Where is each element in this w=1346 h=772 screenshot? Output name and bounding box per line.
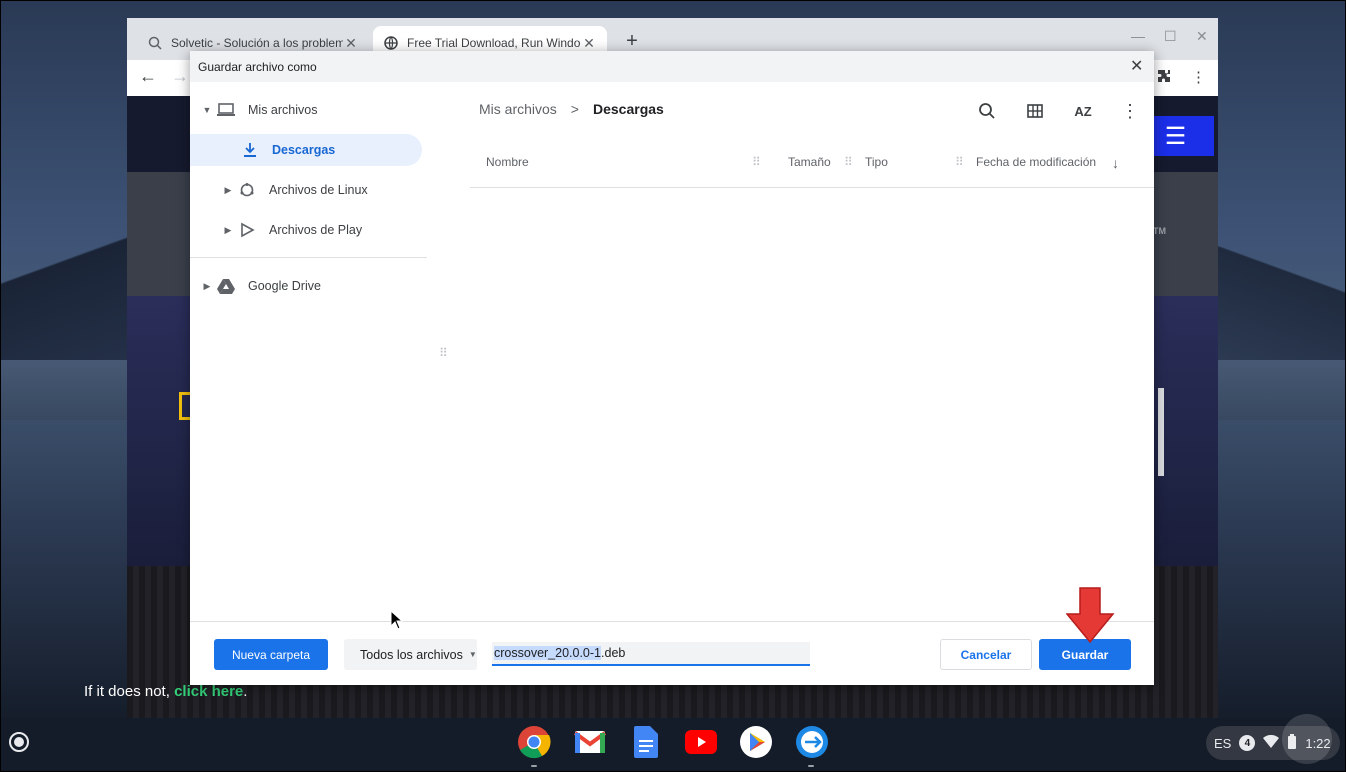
column-resize-handle[interactable]: ⠿ <box>752 155 761 169</box>
extensions-icon[interactable] <box>1156 68 1172 88</box>
cancel-button[interactable]: Cancelar <box>940 639 1032 670</box>
redirect-text: If it does not, click here. <box>84 683 248 700</box>
chrome-icon[interactable] <box>516 724 552 760</box>
globe-icon <box>383 35 399 51</box>
arrow-down-icon[interactable]: ↓ <box>1112 155 1119 171</box>
docs-icon[interactable] <box>628 724 664 760</box>
play-store-icon[interactable] <box>738 724 774 760</box>
column-resize-handle[interactable]: ⠿ <box>955 155 964 169</box>
shelf: ES 4 1:22 <box>0 718 1346 772</box>
filename-extension: .deb <box>601 646 626 660</box>
back-icon[interactable]: ← <box>139 66 157 87</box>
sidebar-item-label: Descargas <box>272 143 336 157</box>
column-size[interactable]: Tamaño <box>788 155 831 169</box>
more-vert-icon[interactable]: ⋮ <box>1191 68 1206 86</box>
close-icon[interactable]: ✕ <box>581 35 597 52</box>
minimize-button[interactable]: — <box>1131 28 1145 44</box>
google-drive-icon <box>214 276 238 296</box>
forward-icon[interactable]: → <box>171 66 189 87</box>
sidebar-item-label: Archivos de Play <box>269 223 363 237</box>
caret-right-icon[interactable]: ▶ <box>221 225 235 236</box>
column-name[interactable]: Nombre <box>486 155 529 169</box>
gmail-icon[interactable] <box>572 724 608 760</box>
footer-divider <box>190 621 1154 622</box>
language-indicator: ES <box>1214 735 1232 751</box>
launcher-icon[interactable] <box>9 732 29 752</box>
tab-title: Solvetic - Solución a los problem <box>171 36 343 50</box>
pane-splitter-handle[interactable]: ⠿ <box>439 346 448 360</box>
close-icon[interactable]: ✕ <box>343 35 359 52</box>
sidebar-item-label: Archivos de Linux <box>269 183 368 197</box>
tab-title: Free Trial Download, Run Windo <box>407 36 581 50</box>
chevron-right-icon: > <box>570 101 579 117</box>
caret-down-icon[interactable]: ▼ <box>200 105 214 115</box>
crossover-icon[interactable] <box>794 724 830 760</box>
sort-icon[interactable]: AZ <box>1071 99 1095 123</box>
sidebar-item-linux[interactable]: ▶ Archivos de Linux <box>221 174 427 206</box>
caret-right-icon[interactable]: ▶ <box>200 281 214 292</box>
grid-view-icon[interactable] <box>1023 99 1047 123</box>
page-scrollbar[interactable] <box>1158 388 1164 476</box>
wallpaper-mountain <box>0 200 130 360</box>
more-vert-icon[interactable]: ⋮ <box>1118 99 1142 123</box>
sidebar-item-label: Mis archivos <box>248 103 318 117</box>
sidebar-divider <box>190 257 427 258</box>
save-file-dialog: Guardar archivo como ✕ ▼ Mis archivos De… <box>190 51 1154 685</box>
linux-icon <box>235 180 259 200</box>
app-running-indicator <box>808 765 814 767</box>
play-files-icon <box>235 220 259 240</box>
column-resize-handle[interactable]: ⠿ <box>844 155 853 169</box>
app-running-indicator <box>531 765 537 767</box>
sidebar-item-play[interactable]: ▶ Archivos de Play <box>221 214 427 246</box>
breadcrumb: Mis archivos > Descargas <box>479 101 664 117</box>
sidebar-item-label: Google Drive <box>248 279 321 293</box>
dropdown-arrow-icon: ▼ <box>468 650 477 659</box>
filename-selected-text: crossover_20.0.0-1 <box>494 646 602 660</box>
filename-input[interactable]: crossover_20.0.0-1 .deb <box>492 642 810 666</box>
breadcrumb-current: Descargas <box>592 101 664 117</box>
caret-right-icon[interactable]: ▶ <box>221 185 235 196</box>
close-window-button[interactable]: ✕ <box>1196 28 1208 45</box>
dialog-title: Guardar archivo como <box>198 60 317 74</box>
wifi-icon <box>1263 734 1280 752</box>
trademark-label: TM <box>1153 226 1166 236</box>
laptop-icon <box>214 100 238 120</box>
search-icon[interactable] <box>975 99 999 123</box>
sidebar-item-google-drive[interactable]: ▶ Google Drive <box>200 270 427 302</box>
new-folder-button[interactable]: Nueva carpeta <box>214 639 328 670</box>
column-modified[interactable]: Fecha de modificación <box>976 155 1096 169</box>
wallpaper-mountain <box>1218 230 1346 360</box>
close-icon[interactable]: ✕ <box>1130 56 1143 76</box>
column-header-divider <box>470 187 1154 188</box>
youtube-icon[interactable] <box>683 724 719 760</box>
breadcrumb-root[interactable]: Mis archivos <box>479 101 557 117</box>
sidebar-item-downloads[interactable]: Descargas <box>190 134 422 166</box>
maximize-button[interactable]: ☐ <box>1164 28 1177 45</box>
annotation-arrow-icon <box>1066 587 1115 644</box>
new-tab-button[interactable]: + <box>621 30 643 53</box>
download-icon <box>238 140 262 160</box>
click-here-link[interactable]: click here <box>174 683 243 700</box>
notification-badge: 4 <box>1239 735 1256 751</box>
search-icon <box>147 35 163 51</box>
file-type-value: Todos los archivos <box>360 647 463 662</box>
watermark-logo <box>1282 714 1332 764</box>
column-type[interactable]: Tipo <box>865 155 888 169</box>
dialog-titlebar: Guardar archivo como ✕ <box>190 51 1154 82</box>
mouse-cursor-icon <box>390 610 404 630</box>
sidebar-item-my-files[interactable]: ▼ Mis archivos <box>200 94 427 126</box>
file-type-select[interactable]: Todos los archivos ▼ <box>344 639 477 670</box>
